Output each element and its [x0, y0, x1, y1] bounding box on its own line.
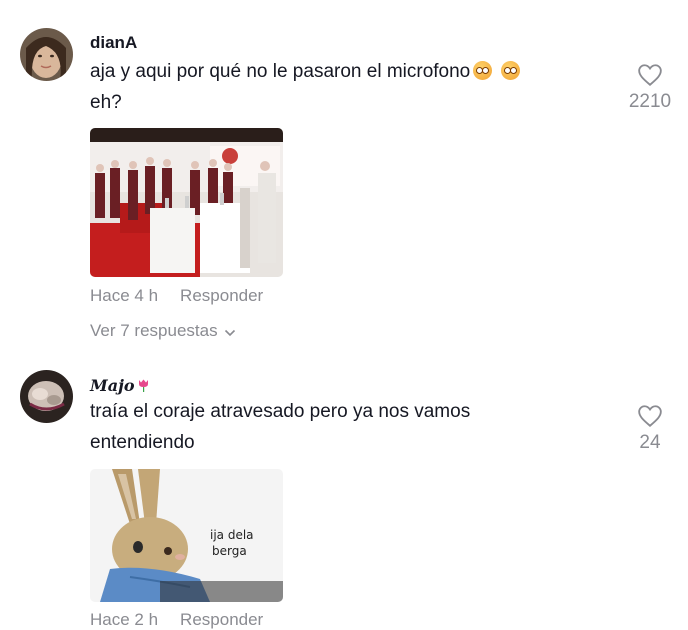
comment-time: Hace 2 h	[90, 610, 159, 629]
like-button[interactable]: 24	[620, 404, 680, 454]
flushed-face-icon	[501, 61, 521, 80]
username-label: Majo	[90, 376, 135, 395]
comment-text: aja y aqui por qué no le pasaron el micr…	[90, 56, 610, 118]
comment-meta: Hace 2 h Responder	[90, 610, 263, 630]
like-count: 2210	[628, 91, 672, 112]
comment-text: traía el coraje atravesado pero ya nos v…	[90, 396, 610, 458]
like-button[interactable]: 2210	[620, 63, 680, 113]
heart-icon	[638, 64, 662, 86]
comment-meta: Hace 4 h Responder	[90, 286, 263, 306]
comment-username[interactable]: Majo	[90, 376, 149, 395]
comment-text-tail: eh?	[90, 92, 122, 113]
like-count: 24	[639, 432, 661, 453]
comment-sticker[interactable]: ija dela berga	[90, 469, 283, 602]
heart-icon	[638, 405, 662, 427]
comment-text-tail: entendiendo	[90, 432, 195, 453]
flushed-face-icon	[473, 61, 493, 80]
comment-photo[interactable]	[90, 128, 283, 277]
comment-text-line: aja y aqui por qué no le pasaron el micr…	[90, 61, 471, 82]
view-replies-button[interactable]: Ver 7 respuestas	[90, 321, 236, 341]
avatar[interactable]	[20, 28, 73, 81]
chevron-down-icon	[224, 329, 235, 337]
sticker-caption: ija dela berga	[210, 527, 254, 559]
comment-username[interactable]: dianA	[90, 33, 137, 53]
comment-text-line: traía el coraje atravesado pero ya nos v…	[90, 401, 471, 422]
avatar[interactable]	[20, 370, 73, 423]
view-replies-label: Ver 7 respuestas	[90, 321, 218, 340]
comment-time: Hace 4 h	[90, 286, 159, 305]
sticker-caption-line: ija dela	[210, 528, 254, 542]
reply-button[interactable]: Responder	[180, 286, 263, 306]
tulip-icon	[138, 379, 148, 392]
reply-button[interactable]: Responder	[180, 610, 263, 630]
sticker-caption-line: berga	[212, 544, 247, 558]
